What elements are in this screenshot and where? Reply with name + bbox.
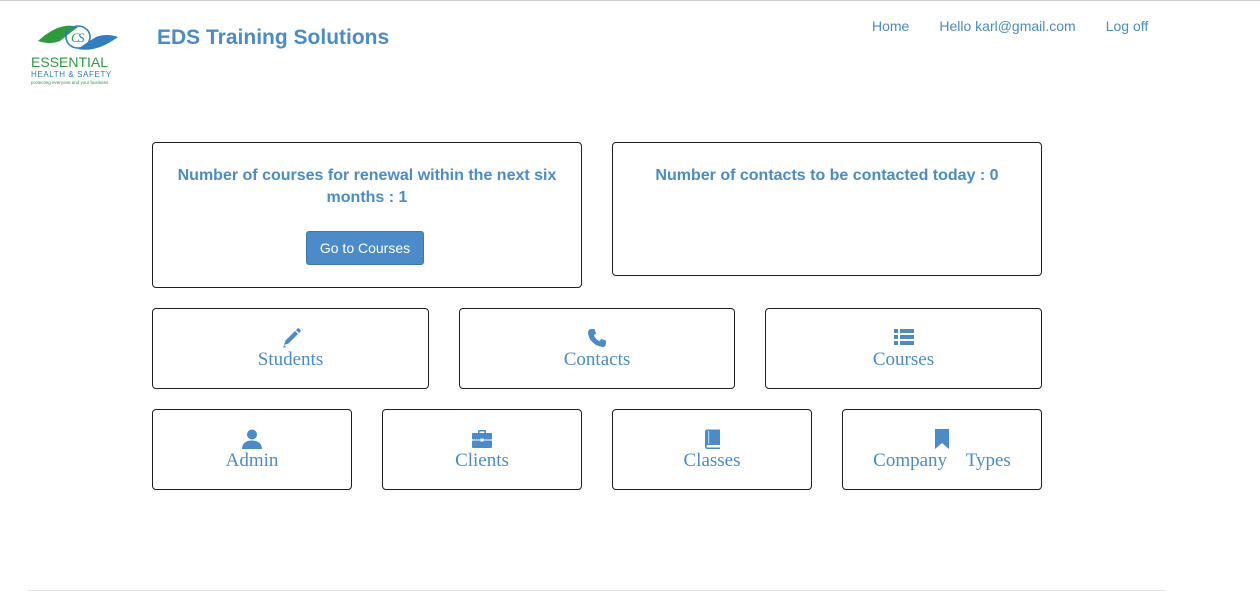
- nav-home-link[interactable]: Home: [872, 18, 909, 34]
- top-nav: Home Hello karl@gmail.com Log off: [872, 18, 1148, 34]
- company-logo: C S ESSENTIAL HEALTH & SAFETY protecting…: [30, 19, 126, 87]
- user-icon: [242, 429, 262, 449]
- list-icon: [893, 329, 914, 345]
- tile-courses-label: Courses: [872, 349, 935, 370]
- contacts-today-stat-card: Number of contacts to be contacted today…: [612, 142, 1042, 276]
- nav-user-link[interactable]: Hello karl@gmail.com: [939, 18, 1075, 34]
- tile-students-label: Students: [257, 349, 324, 370]
- brand-title[interactable]: EDS Training Solutions: [157, 26, 389, 50]
- logo-tagline: protecting everyone and your business: [31, 80, 109, 85]
- tile-contacts[interactable]: Contacts: [459, 308, 735, 389]
- renewal-stat-text: Number of courses for renewal within the…: [177, 167, 557, 206]
- pencil-icon: [282, 328, 301, 348]
- logo-text: ESSENTIAL: [31, 54, 108, 70]
- tile-company-types[interactable]: Company Types: [842, 409, 1042, 490]
- tile-company-types-label: Company Types: [873, 450, 1011, 471]
- logo-subtext: HEALTH & SAFETY: [31, 70, 112, 79]
- svg-text:S: S: [78, 30, 85, 45]
- phone-icon: [588, 329, 606, 347]
- renewal-stat-card: Number of courses for renewal within the…: [152, 142, 582, 288]
- tile-clients-label: Clients: [455, 450, 509, 471]
- tile-classes[interactable]: Classes: [612, 409, 812, 490]
- tile-courses[interactable]: Courses: [765, 308, 1042, 389]
- go-to-courses-button[interactable]: Go to Courses: [306, 231, 424, 265]
- contacts-today-stat-text: Number of contacts to be contacted today…: [655, 167, 999, 184]
- tile-admin[interactable]: Admin: [152, 409, 352, 490]
- book-icon: [705, 429, 720, 449]
- footer-divider: [28, 590, 1166, 591]
- logo-emblem: C S ESSENTIAL HEALTH & SAFETY protecting…: [31, 25, 118, 85]
- bookmark-icon: [935, 429, 949, 449]
- tile-admin-label: Admin: [225, 450, 279, 471]
- tile-contacts-label: Contacts: [563, 349, 631, 370]
- tile-classes-label: Classes: [683, 450, 741, 471]
- briefcase-icon: [472, 430, 492, 448]
- tile-students[interactable]: Students: [152, 308, 429, 389]
- tile-clients[interactable]: Clients: [382, 409, 582, 490]
- nav-logoff-link[interactable]: Log off: [1106, 18, 1149, 34]
